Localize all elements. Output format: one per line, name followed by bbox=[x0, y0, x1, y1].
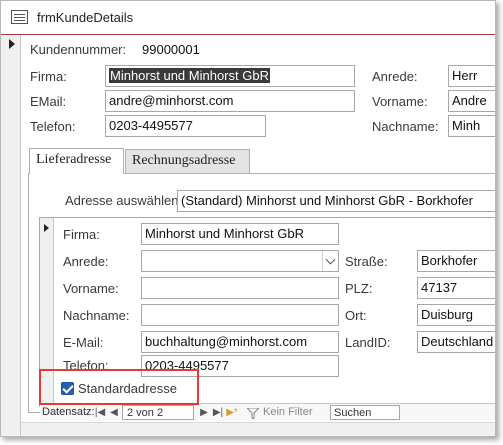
sub-vorname-field[interactable] bbox=[141, 277, 339, 299]
record-position-text: 2 von 2 bbox=[127, 407, 164, 419]
record-label: Datensatz: bbox=[42, 406, 95, 418]
nachname-field[interactable]: Minh bbox=[448, 115, 495, 137]
kundennummer-value: 99000001 bbox=[142, 42, 200, 57]
sub-nachname-label: Nachname: bbox=[63, 308, 130, 323]
highlight-box bbox=[39, 369, 199, 405]
title-bar: frmKundeDetails bbox=[1, 1, 495, 34]
tab-lieferadresse[interactable]: Lieferadresse bbox=[29, 148, 124, 174]
anrede-field[interactable]: Herr bbox=[448, 65, 495, 87]
record-selector[interactable] bbox=[1, 35, 21, 436]
form-icon bbox=[11, 10, 28, 24]
telefon-field[interactable]: 0203-4495577 bbox=[105, 115, 266, 137]
form-window: frmKundeDetails Kundennummer: 99000001 F… bbox=[0, 0, 496, 437]
adresse-combo[interactable]: (Standard) Minhorst und Minhorst GbR - B… bbox=[177, 190, 495, 212]
firma-field[interactable]: Minhorst und Minhorst GbR bbox=[105, 65, 355, 87]
vorname-field[interactable]: Andre bbox=[448, 90, 495, 112]
last-record-icon[interactable]: ▶| bbox=[212, 407, 224, 419]
sub-ort-field[interactable]: Duisburg bbox=[417, 304, 495, 326]
sub-nachname-field[interactable] bbox=[141, 304, 339, 326]
current-record-icon bbox=[9, 39, 15, 49]
window-title: frmKundeDetails bbox=[37, 10, 134, 25]
nachname-label: Nachname: bbox=[372, 119, 439, 134]
sub-landid-field[interactable]: Deutschland bbox=[417, 331, 495, 353]
sub-strasse-field[interactable]: Borkhofer bbox=[417, 250, 495, 272]
filter-icon bbox=[245, 407, 261, 420]
tab-rechnungsadresse[interactable]: Rechnungsadresse bbox=[125, 149, 250, 173]
kundennummer-label: Kundennummer: bbox=[30, 42, 127, 57]
previous-record-icon[interactable]: ◀ bbox=[108, 407, 120, 419]
sub-email-label: E-Mail: bbox=[63, 335, 104, 350]
sub-anrede-label: Anrede: bbox=[63, 254, 109, 269]
vorname-label: Vorname: bbox=[372, 94, 428, 109]
email-label: EMail: bbox=[30, 94, 67, 109]
sub-plz-field[interactable]: 47137 bbox=[417, 277, 495, 299]
sub-firma-label: Firma: bbox=[63, 227, 100, 242]
anrede-label: Anrede: bbox=[372, 69, 418, 84]
next-record-icon[interactable]: ▶ bbox=[198, 407, 210, 419]
sub-strasse-label: Straße: bbox=[345, 254, 388, 269]
subform-current-record-icon bbox=[44, 224, 49, 232]
telefon-label: Telefon: bbox=[30, 119, 76, 134]
search-placeholder: Suchen bbox=[334, 407, 372, 419]
title-accent-line bbox=[1, 34, 495, 35]
sub-vorname-label: Vorname: bbox=[63, 281, 119, 296]
adresse-auswaehlen-label: Adresse auswählen: bbox=[65, 193, 183, 208]
sub-ort-label: Ort: bbox=[345, 308, 367, 323]
search-input[interactable]: Suchen bbox=[330, 405, 400, 420]
sub-anrede-combo[interactable] bbox=[141, 250, 339, 272]
sub-anrede-dropdown-button[interactable] bbox=[322, 251, 338, 271]
sub-plz-label: PLZ: bbox=[345, 281, 373, 296]
firma-field-text: Minhorst und Minhorst GbR bbox=[109, 68, 270, 83]
sub-firma-field[interactable]: Minhorst und Minhorst GbR bbox=[141, 223, 339, 245]
email-field[interactable]: andre@minhorst.com bbox=[105, 90, 355, 112]
first-record-icon[interactable]: |◀ bbox=[94, 407, 106, 419]
active-tab-joiner bbox=[30, 173, 123, 175]
subform-navigation-bar: Datensatz: |◀ ◀ 2 von 2 ▶ ▶| ▶* Kein Fil… bbox=[40, 403, 495, 421]
horizontal-scrollbar[interactable] bbox=[21, 422, 495, 436]
firma-label: Firma: bbox=[30, 69, 67, 84]
record-position-field[interactable]: 2 von 2 bbox=[122, 405, 194, 420]
chevron-down-icon bbox=[325, 254, 336, 265]
sub-landid-label: LandID: bbox=[345, 335, 391, 350]
sub-email-field[interactable]: buchhaltung@minhorst.com bbox=[141, 331, 339, 353]
filter-status[interactable]: Kein Filter bbox=[263, 406, 313, 418]
new-record-icon[interactable]: ▶* bbox=[226, 407, 238, 419]
